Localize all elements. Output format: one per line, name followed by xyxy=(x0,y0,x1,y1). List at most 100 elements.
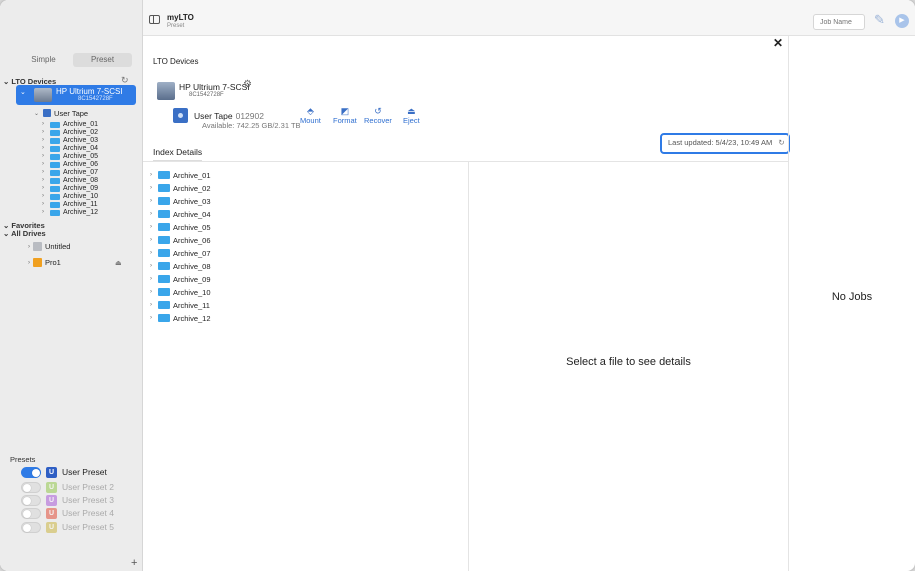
chevron-right-icon[interactable]: › xyxy=(150,198,158,204)
tab-preset[interactable]: Preset xyxy=(73,53,132,67)
eject-icon[interactable]: ⏏ xyxy=(115,259,122,267)
chevron-right-icon[interactable]: › xyxy=(42,153,50,160)
sidebar-device-row[interactable]: ⌄ HP Ultrium 7-SCSI 8C1542728F xyxy=(16,85,136,105)
chevron-right-icon[interactable]: › xyxy=(42,193,50,200)
preset-toggle[interactable] xyxy=(21,466,41,478)
refresh-icon[interactable]: ↻ xyxy=(778,138,784,147)
archive-row[interactable]: › Archive_10 xyxy=(150,287,211,297)
tape-label: User Tape 012902 xyxy=(194,111,264,121)
sidebar-archive[interactable]: › Archive_10 xyxy=(42,193,98,200)
chevron-down-icon[interactable]: ⌄ xyxy=(20,88,26,96)
divider xyxy=(788,36,789,571)
sidebar-archive[interactable]: › Archive_06 xyxy=(42,161,98,168)
sidebar-toggle-icon[interactable] xyxy=(149,15,160,24)
sidebar-drive-pro1[interactable]: › Pro1 xyxy=(28,258,61,267)
sidebar-archive[interactable]: › Archive_08 xyxy=(42,177,98,184)
pencil-icon[interactable]: ✎ xyxy=(874,12,885,28)
chevron-right-icon[interactable]: › xyxy=(42,209,50,216)
close-icon[interactable]: ✕ xyxy=(773,36,783,50)
chevron-right-icon[interactable]: › xyxy=(150,289,158,295)
folder-icon xyxy=(158,171,170,179)
sidebar-archive[interactable]: › Archive_09 xyxy=(42,185,98,192)
sidebar: Simple Preset ⌄ LTO Devices ↻ ⌄ HP Ultri… xyxy=(0,0,143,571)
preset-toggle[interactable] xyxy=(21,481,41,493)
drive-name: HP Ultrium 7-SCSI xyxy=(179,82,250,92)
sidebar-archive[interactable]: › Archive_11 xyxy=(42,201,98,208)
sidebar-drive-untitled[interactable]: › Untitled xyxy=(28,242,70,251)
chevron-right-icon[interactable]: › xyxy=(28,260,30,266)
archive-row[interactable]: › Archive_03 xyxy=(150,196,211,206)
archive-row[interactable]: › Archive_05 xyxy=(150,222,211,232)
chevron-right-icon[interactable]: › xyxy=(42,129,50,136)
sidebar-archive[interactable]: › Archive_01 xyxy=(42,121,98,128)
recover-icon: ↺ xyxy=(374,106,382,116)
chevron-right-icon[interactable]: › xyxy=(28,244,30,250)
folder-icon xyxy=(158,236,170,244)
preset-badge: U xyxy=(46,466,57,478)
preset-toggle[interactable] xyxy=(21,494,41,506)
chevron-right-icon[interactable]: › xyxy=(150,237,158,243)
preset-item[interactable]: U User Preset 5 xyxy=(21,520,114,534)
chevron-right-icon[interactable]: › xyxy=(42,177,50,184)
archive-row[interactable]: › Archive_07 xyxy=(150,248,211,258)
preset-item[interactable]: U User Preset 4 xyxy=(21,506,114,520)
archive-row[interactable]: › Archive_02 xyxy=(150,183,211,193)
sidebar-archive[interactable]: › Archive_05 xyxy=(42,153,98,160)
sidebar-archive[interactable]: › Archive_07 xyxy=(42,169,98,176)
tape-available: Available: 742.25 GB/2.31 TB xyxy=(202,121,301,130)
chevron-right-icon[interactable]: › xyxy=(42,137,50,144)
recover-button[interactable]: ↺ Recover xyxy=(364,106,392,125)
archive-row[interactable]: › Archive_04 xyxy=(150,209,211,219)
archive-row[interactable]: › Archive_12 xyxy=(150,313,211,323)
folder-icon xyxy=(50,153,60,160)
sidebar-tape-row[interactable]: ⌄ User Tape xyxy=(34,108,88,118)
folder-icon xyxy=(158,275,170,283)
chevron-down-icon[interactable]: ⌄ xyxy=(34,110,39,117)
folder-icon xyxy=(50,209,60,216)
archive-row[interactable]: › Archive_11 xyxy=(150,300,210,310)
chevron-right-icon[interactable]: › xyxy=(42,145,50,152)
sidebar-archive[interactable]: › Archive_03 xyxy=(42,137,98,144)
folder-icon xyxy=(50,185,60,192)
chevron-right-icon[interactable]: › xyxy=(150,224,158,230)
format-icon: ◩ xyxy=(340,106,350,116)
chevron-right-icon[interactable]: › xyxy=(42,121,50,128)
folder-icon xyxy=(158,210,170,218)
sidebar-archive[interactable]: › Archive_02 xyxy=(42,129,98,136)
add-preset-button[interactable]: + xyxy=(131,557,137,569)
tab-simple[interactable]: Simple xyxy=(14,53,73,67)
preset-item[interactable]: U User Preset 3 xyxy=(21,493,114,507)
preset-toggle[interactable] xyxy=(21,521,41,533)
preset-item[interactable]: U User Preset 2 xyxy=(21,480,114,494)
chevron-right-icon[interactable]: › xyxy=(42,185,50,192)
tape-icon xyxy=(173,108,188,123)
archive-row[interactable]: › Archive_01 xyxy=(150,170,211,180)
folder-icon xyxy=(158,288,170,296)
chevron-right-icon[interactable]: › xyxy=(150,276,158,282)
sidebar-archive[interactable]: › Archive_12 xyxy=(42,209,98,216)
chevron-right-icon[interactable]: › xyxy=(42,201,50,208)
eject-button[interactable]: ⏏ Eject xyxy=(403,106,420,125)
chevron-right-icon[interactable]: › xyxy=(150,172,158,178)
gear-icon[interactable]: ⚙ xyxy=(243,79,252,90)
app-subtitle: Preset xyxy=(167,23,185,29)
archive-row[interactable]: › Archive_09 xyxy=(150,274,211,284)
preset-item[interactable]: U User Preset xyxy=(21,465,107,479)
chevron-right-icon[interactable]: › xyxy=(150,250,158,256)
play-icon[interactable]: ▶ xyxy=(895,14,909,28)
format-button[interactable]: ◩ Format xyxy=(333,106,357,125)
sidebar-archive[interactable]: › Archive_04 xyxy=(42,145,98,152)
chevron-right-icon[interactable]: › xyxy=(42,161,50,168)
job-name-input[interactable] xyxy=(813,14,865,30)
archive-row[interactable]: › Archive_08 xyxy=(150,261,211,271)
chevron-right-icon[interactable]: › xyxy=(150,263,158,269)
mount-button[interactable]: ⬘ Mount xyxy=(300,106,321,125)
chevron-right-icon[interactable]: › xyxy=(150,315,158,321)
chevron-right-icon[interactable]: › xyxy=(42,169,50,176)
chevron-right-icon[interactable]: › xyxy=(150,185,158,191)
preset-toggle[interactable] xyxy=(21,507,41,519)
chevron-right-icon[interactable]: › xyxy=(150,211,158,217)
archive-row[interactable]: › Archive_06 xyxy=(150,235,211,245)
chevron-right-icon[interactable]: › xyxy=(150,302,158,308)
all-drives-section[interactable]: ⌄ All Drives xyxy=(3,229,46,238)
